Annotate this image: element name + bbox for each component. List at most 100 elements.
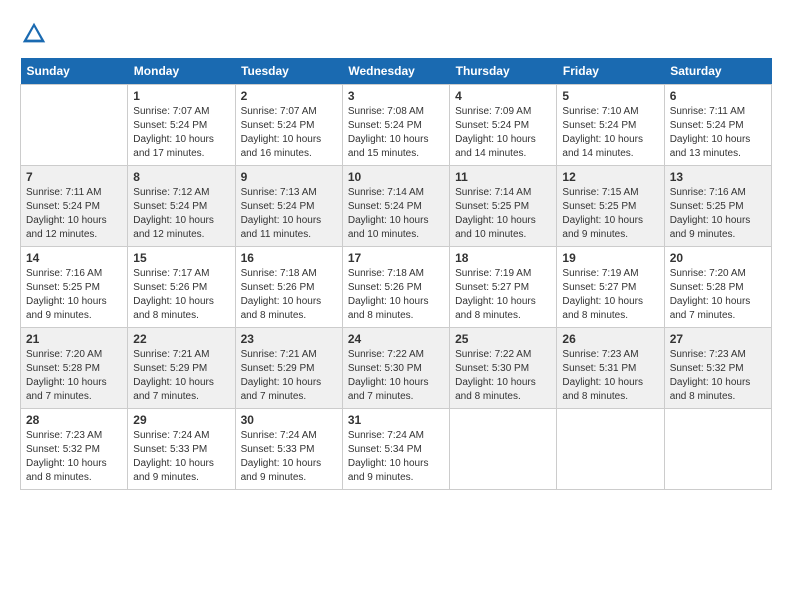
week-row-3: 14 Sunrise: 7:16 AMSunset: 5:25 PMDayligh… — [21, 247, 772, 328]
calendar-cell: 3 Sunrise: 7:08 AMSunset: 5:24 PMDaylight… — [342, 85, 449, 166]
calendar-cell: 13 Sunrise: 7:16 AMSunset: 5:25 PMDayligh… — [664, 166, 771, 247]
day-number: 21 — [26, 332, 122, 346]
day-number: 29 — [133, 413, 229, 427]
header-cell-thursday: Thursday — [450, 58, 557, 85]
calendar-cell: 21 Sunrise: 7:20 AMSunset: 5:28 PMDayligh… — [21, 328, 128, 409]
day-number: 16 — [241, 251, 337, 265]
calendar-cell: 1 Sunrise: 7:07 AMSunset: 5:24 PMDaylight… — [128, 85, 235, 166]
day-info: Sunrise: 7:11 AMSunset: 5:24 PMDaylight:… — [670, 105, 766, 161]
calendar-cell — [664, 409, 771, 490]
day-info: Sunrise: 7:07 AMSunset: 5:24 PMDaylight:… — [241, 105, 337, 161]
calendar-cell: 6 Sunrise: 7:11 AMSunset: 5:24 PMDaylight… — [664, 85, 771, 166]
calendar-cell: 25 Sunrise: 7:22 AMSunset: 5:30 PMDayligh… — [450, 328, 557, 409]
day-number: 14 — [26, 251, 122, 265]
day-number: 1 — [133, 89, 229, 103]
day-info: Sunrise: 7:19 AMSunset: 5:27 PMDaylight:… — [455, 267, 551, 323]
day-number: 7 — [26, 170, 122, 184]
calendar-cell: 14 Sunrise: 7:16 AMSunset: 5:25 PMDayligh… — [21, 247, 128, 328]
calendar: SundayMondayTuesdayWednesdayThursdayFrid… — [20, 58, 772, 490]
week-row-5: 28 Sunrise: 7:23 AMSunset: 5:32 PMDayligh… — [21, 409, 772, 490]
day-number: 25 — [455, 332, 551, 346]
calendar-cell: 10 Sunrise: 7:14 AMSunset: 5:24 PMDayligh… — [342, 166, 449, 247]
day-info: Sunrise: 7:18 AMSunset: 5:26 PMDaylight:… — [348, 267, 444, 323]
header-cell-monday: Monday — [128, 58, 235, 85]
calendar-cell — [557, 409, 664, 490]
calendar-cell: 30Sunrise: 7:24 AMSunset: 5:33 PMDayligh… — [235, 409, 342, 490]
day-info: Sunrise: 7:17 AMSunset: 5:26 PMDaylight:… — [133, 267, 229, 323]
day-info: Sunrise: 7:21 AMSunset: 5:29 PMDaylight:… — [241, 348, 337, 404]
calendar-cell: 15 Sunrise: 7:17 AMSunset: 5:26 PMDayligh… — [128, 247, 235, 328]
calendar-cell: 27Sunrise: 7:23 AMSunset: 5:32 PMDayligh… — [664, 328, 771, 409]
day-info: Sunrise: 7:23 AMSunset: 5:31 PMDaylight:… — [562, 348, 658, 404]
header-cell-tuesday: Tuesday — [235, 58, 342, 85]
day-number: 13 — [670, 170, 766, 184]
calendar-cell: 23 Sunrise: 7:21 AMSunset: 5:29 PMDayligh… — [235, 328, 342, 409]
day-info: Sunrise: 7:19 AMSunset: 5:27 PMDaylight:… — [562, 267, 658, 323]
page-header — [20, 20, 772, 48]
calendar-cell: 31 Sunrise: 7:24 AMSunset: 5:34 PMDayligh… — [342, 409, 449, 490]
week-row-2: 7Sunrise: 7:11 AMSunset: 5:24 PMDaylight… — [21, 166, 772, 247]
day-info: Sunrise: 7:24 AMSunset: 5:33 PMDaylight:… — [133, 429, 229, 485]
day-number: 30 — [241, 413, 337, 427]
calendar-cell: 19 Sunrise: 7:19 AMSunset: 5:27 PMDayligh… — [557, 247, 664, 328]
day-info: Sunrise: 7:23 AMSunset: 5:32 PMDaylight:… — [26, 429, 122, 485]
day-info: Sunrise: 7:20 AMSunset: 5:28 PMDaylight:… — [670, 267, 766, 323]
day-number: 31 — [348, 413, 444, 427]
day-number: 11 — [455, 170, 551, 184]
calendar-cell: 20 Sunrise: 7:20 AMSunset: 5:28 PMDayligh… — [664, 247, 771, 328]
day-number: 28 — [26, 413, 122, 427]
logo — [20, 20, 52, 48]
header-cell-saturday: Saturday — [664, 58, 771, 85]
calendar-cell: 4 Sunrise: 7:09 AMSunset: 5:24 PMDaylight… — [450, 85, 557, 166]
day-info: Sunrise: 7:22 AMSunset: 5:30 PMDaylight:… — [455, 348, 551, 404]
day-info: Sunrise: 7:09 AMSunset: 5:24 PMDaylight:… — [455, 105, 551, 161]
calendar-cell: 11 Sunrise: 7:14 AMSunset: 5:25 PMDayligh… — [450, 166, 557, 247]
day-number: 26 — [562, 332, 658, 346]
day-info: Sunrise: 7:22 AMSunset: 5:30 PMDaylight:… — [348, 348, 444, 404]
day-number: 22 — [133, 332, 229, 346]
day-info: Sunrise: 7:14 AMSunset: 5:25 PMDaylight:… — [455, 186, 551, 242]
calendar-cell — [450, 409, 557, 490]
calendar-cell: 17 Sunrise: 7:18 AMSunset: 5:26 PMDayligh… — [342, 247, 449, 328]
calendar-cell: 8 Sunrise: 7:12 AMSunset: 5:24 PMDaylight… — [128, 166, 235, 247]
header-cell-sunday: Sunday — [21, 58, 128, 85]
day-number: 8 — [133, 170, 229, 184]
day-info: Sunrise: 7:20 AMSunset: 5:28 PMDaylight:… — [26, 348, 122, 404]
logo-icon — [20, 20, 48, 48]
calendar-cell: 7Sunrise: 7:11 AMSunset: 5:24 PMDaylight… — [21, 166, 128, 247]
day-number: 15 — [133, 251, 229, 265]
day-number: 19 — [562, 251, 658, 265]
day-number: 4 — [455, 89, 551, 103]
day-number: 10 — [348, 170, 444, 184]
calendar-cell: 16Sunrise: 7:18 AMSunset: 5:26 PMDayligh… — [235, 247, 342, 328]
day-info: Sunrise: 7:08 AMSunset: 5:24 PMDaylight:… — [348, 105, 444, 161]
calendar-cell: 24 Sunrise: 7:22 AMSunset: 5:30 PMDayligh… — [342, 328, 449, 409]
calendar-cell: 9 Sunrise: 7:13 AMSunset: 5:24 PMDaylight… — [235, 166, 342, 247]
week-row-1: 1 Sunrise: 7:07 AMSunset: 5:24 PMDaylight… — [21, 85, 772, 166]
calendar-cell: 29 Sunrise: 7:24 AMSunset: 5:33 PMDayligh… — [128, 409, 235, 490]
day-info: Sunrise: 7:24 AMSunset: 5:34 PMDaylight:… — [348, 429, 444, 485]
day-number: 2 — [241, 89, 337, 103]
day-info: Sunrise: 7:16 AMSunset: 5:25 PMDaylight:… — [26, 267, 122, 323]
day-number: 24 — [348, 332, 444, 346]
header-cell-wednesday: Wednesday — [342, 58, 449, 85]
day-info: Sunrise: 7:16 AMSunset: 5:25 PMDaylight:… — [670, 186, 766, 242]
day-info: Sunrise: 7:23 AMSunset: 5:32 PMDaylight:… — [670, 348, 766, 404]
calendar-cell — [21, 85, 128, 166]
day-info: Sunrise: 7:13 AMSunset: 5:24 PMDaylight:… — [241, 186, 337, 242]
calendar-cell: 28 Sunrise: 7:23 AMSunset: 5:32 PMDayligh… — [21, 409, 128, 490]
day-number: 23 — [241, 332, 337, 346]
day-number: 9 — [241, 170, 337, 184]
calendar-cell: 5Sunrise: 7:10 AMSunset: 5:24 PMDaylight… — [557, 85, 664, 166]
calendar-cell: 18Sunrise: 7:19 AMSunset: 5:27 PMDayligh… — [450, 247, 557, 328]
day-info: Sunrise: 7:14 AMSunset: 5:24 PMDaylight:… — [348, 186, 444, 242]
calendar-cell: 2 Sunrise: 7:07 AMSunset: 5:24 PMDaylight… — [235, 85, 342, 166]
day-number: 20 — [670, 251, 766, 265]
day-info: Sunrise: 7:07 AMSunset: 5:24 PMDaylight:… — [133, 105, 229, 161]
day-number: 17 — [348, 251, 444, 265]
day-info: Sunrise: 7:12 AMSunset: 5:24 PMDaylight:… — [133, 186, 229, 242]
day-info: Sunrise: 7:15 AMSunset: 5:25 PMDaylight:… — [562, 186, 658, 242]
calendar-cell: 22Sunrise: 7:21 AMSunset: 5:29 PMDayligh… — [128, 328, 235, 409]
day-number: 3 — [348, 89, 444, 103]
day-number: 6 — [670, 89, 766, 103]
